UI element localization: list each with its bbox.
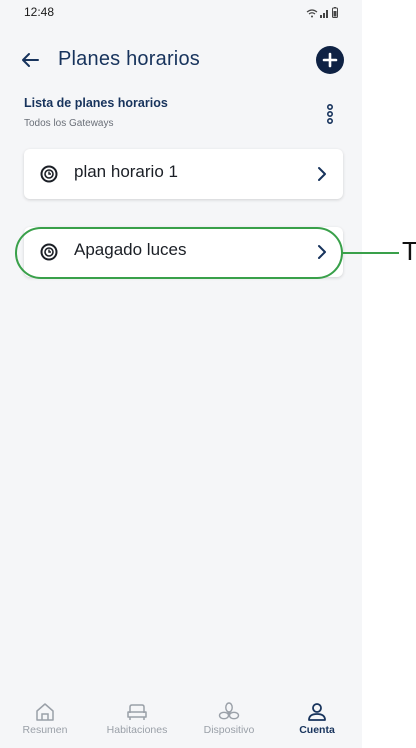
list-title: Lista de planes horarios: [24, 96, 168, 110]
tab-dispositivo[interactable]: Dispositivo: [184, 702, 274, 736]
battery-icon: [332, 7, 338, 18]
plus-icon: [322, 52, 338, 68]
wifi-icon: [306, 9, 318, 18]
sofa-icon: [127, 704, 147, 720]
home-icon: [36, 703, 54, 721]
schedule-item-label: Apagado luces: [74, 240, 187, 259]
tab-cuenta[interactable]: Cuenta: [272, 702, 362, 736]
app-header: Planes horarios: [0, 38, 362, 82]
tab-label: Dispositivo: [203, 724, 255, 736]
bottom-tab-bar: Resumen Habitaciones Dispositivo Cuenta: [0, 696, 362, 748]
status-time: 12:48: [24, 5, 55, 19]
chevron-right-icon: [318, 245, 326, 259]
signal-icon: [320, 10, 328, 18]
status-bar: 12:48: [0, 0, 362, 26]
tab-habitaciones[interactable]: Habitaciones: [92, 702, 182, 736]
page-title: Planes horarios: [58, 48, 200, 70]
more-vertical-icon: [327, 104, 334, 124]
app-screen: 12:48 Planes horarios Lista de planes ho…: [0, 0, 362, 748]
callout-line: [341, 252, 399, 254]
schedule-item-label: plan horario 1: [74, 162, 178, 181]
schedule-item[interactable]: plan horario 1: [24, 149, 343, 199]
arrow-left-icon: [22, 53, 39, 67]
callout-label: T: [402, 236, 416, 266]
tab-resumen[interactable]: Resumen: [0, 702, 90, 736]
back-button[interactable]: [16, 48, 44, 72]
tab-label: Resumen: [22, 724, 68, 736]
tab-label: Cuenta: [299, 724, 335, 736]
clock-icon: [40, 165, 58, 183]
fan-icon: [218, 702, 240, 720]
add-schedule-button[interactable]: [316, 46, 344, 74]
list-subtitle: Todos los Gateways: [24, 118, 114, 129]
tab-label: Habitaciones: [106, 724, 168, 736]
user-icon: [308, 703, 326, 721]
schedule-item[interactable]: Apagado luces: [24, 227, 343, 277]
status-icons: [306, 6, 338, 18]
clock-icon: [40, 243, 58, 261]
more-options-button[interactable]: [320, 100, 340, 128]
chevron-right-icon: [318, 167, 326, 181]
